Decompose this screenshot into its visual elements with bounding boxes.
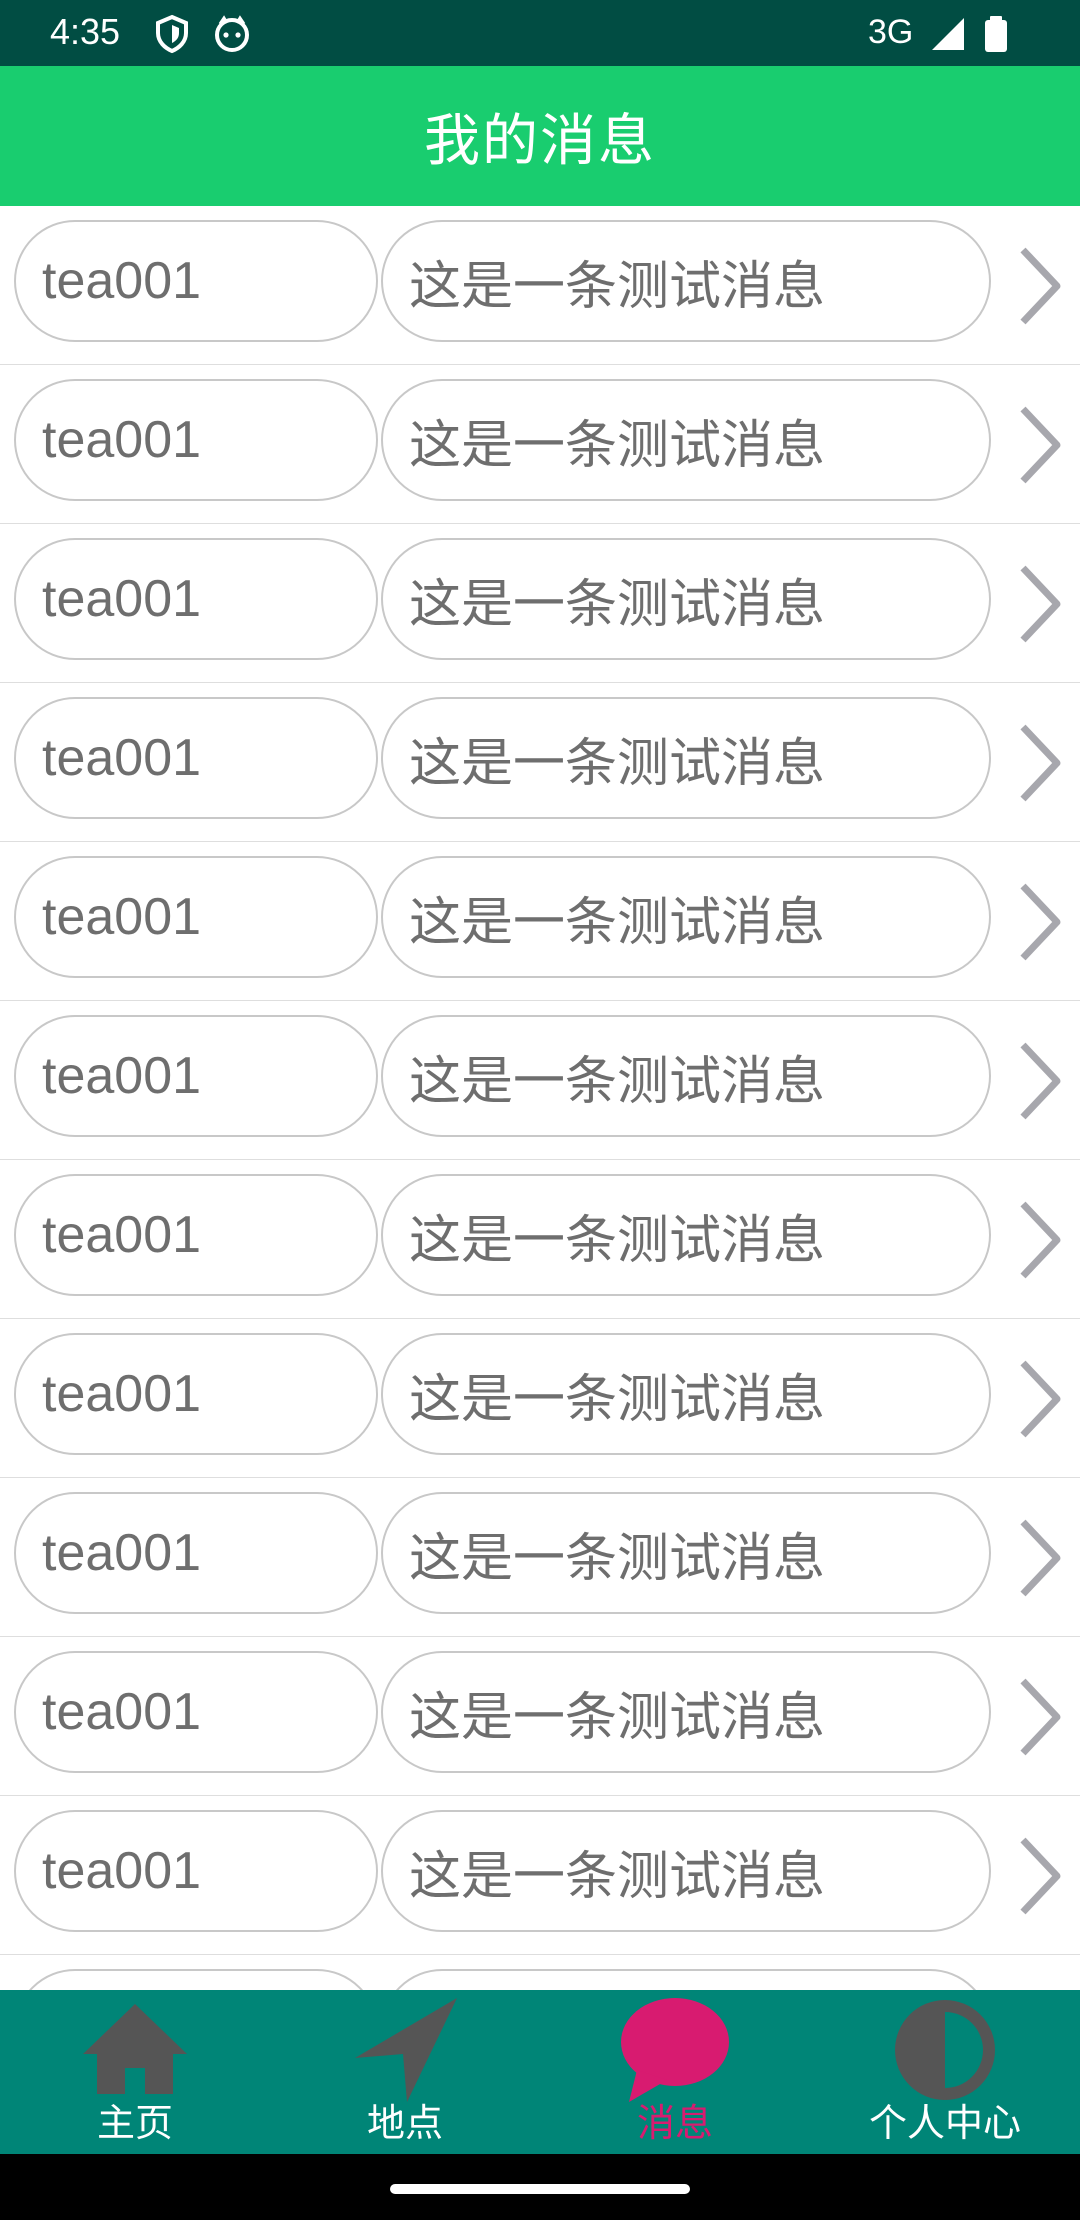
- message-content: 这是一条测试消息: [381, 856, 991, 978]
- status-time: 4:35: [50, 11, 121, 52]
- message-row[interactable]: tea001 这是一条测试消息: [0, 683, 1080, 843]
- chevron-right-icon[interactable]: [1015, 562, 1065, 646]
- message-content: 这是一条测试消息: [381, 1651, 991, 1773]
- chevron-right-icon[interactable]: [1015, 721, 1065, 805]
- nav-item-messages[interactable]: 消息: [540, 1990, 810, 2154]
- message-row[interactable]: tea001 这是一条测试消息: [0, 524, 1080, 684]
- chevron-right-icon[interactable]: [1015, 244, 1065, 328]
- message-row[interactable]: tea001 这是一条测试消息: [0, 1478, 1080, 1638]
- nav-label-messages: 消息: [636, 2101, 713, 2145]
- battery-icon: [985, 16, 1007, 52]
- system-gesture-bar: [0, 2154, 1080, 2220]
- cat-face-icon: [215, 15, 249, 52]
- message-row[interactable]: tea001 这是一条测试消息: [0, 842, 1080, 1002]
- nav-item-location[interactable]: 地点: [270, 1990, 540, 2154]
- home-icon: [83, 2004, 187, 2094]
- shield-icon: [156, 14, 188, 54]
- nav-item-profile[interactable]: 个人中心: [810, 1990, 1080, 2154]
- navigation-arrow-icon: [355, 1998, 457, 2102]
- status-bar: 4:35 3G: [0, 0, 1080, 66]
- message-content: 这是一条测试消息: [381, 1015, 991, 1137]
- message-row[interactable]: tea001 这是一条测试消息: [0, 1319, 1080, 1479]
- page-title: 我的消息: [424, 108, 656, 174]
- nav-item-home[interactable]: 主页: [0, 1990, 270, 2154]
- message-sender: tea001: [14, 220, 378, 342]
- nav-label-location: 地点: [366, 2101, 443, 2145]
- chevron-right-icon[interactable]: [1015, 1039, 1065, 1123]
- message-sender: tea001: [14, 697, 378, 819]
- message-sender: tea001: [14, 379, 378, 501]
- message-sender: tea001: [14, 1333, 378, 1455]
- message-row[interactable]: tea001 这是一条测试消息: [0, 1637, 1080, 1797]
- home-gesture-handle[interactable]: [390, 2184, 690, 2194]
- message-content: 这是一条测试消息: [381, 538, 991, 660]
- chevron-right-icon[interactable]: [1015, 1357, 1065, 1441]
- message-content: 这是一条测试消息: [381, 220, 991, 342]
- chat-bubble-icon: [621, 1998, 729, 2102]
- message-sender: [14, 1969, 378, 1990]
- message-sender: tea001: [14, 1810, 378, 1932]
- message-content: [381, 1969, 991, 1990]
- message-row[interactable]: tea001 这是一条测试消息: [0, 1001, 1080, 1161]
- message-sender: tea001: [14, 1174, 378, 1296]
- message-row[interactable]: tea001 这是一条测试消息: [0, 1796, 1080, 1956]
- message-content: 这是一条测试消息: [381, 1333, 991, 1455]
- nav-label-home: 主页: [96, 2101, 173, 2145]
- chevron-right-icon[interactable]: [1015, 880, 1065, 964]
- chevron-right-icon[interactable]: [1015, 1516, 1065, 1600]
- message-sender: tea001: [14, 1492, 378, 1614]
- message-content: 这是一条测试消息: [381, 697, 991, 819]
- nav-label-profile: 个人中心: [868, 2101, 1021, 2145]
- message-row-partial[interactable]: [0, 1955, 1080, 1990]
- message-sender: tea001: [14, 856, 378, 978]
- half-circle-icon: [895, 2000, 995, 2100]
- message-row[interactable]: tea001 这是一条测试消息: [0, 206, 1080, 366]
- app-bar: 我的消息: [0, 66, 1080, 206]
- chevron-right-icon[interactable]: [1015, 1198, 1065, 1282]
- message-sender: tea001: [14, 1651, 378, 1773]
- message-row[interactable]: tea001 这是一条测试消息: [0, 365, 1080, 525]
- message-content: 这是一条测试消息: [381, 1810, 991, 1932]
- message-content: 这是一条测试消息: [381, 379, 991, 501]
- chevron-right-icon[interactable]: [1015, 1675, 1065, 1759]
- message-sender: tea001: [14, 538, 378, 660]
- chevron-right-icon[interactable]: [1015, 403, 1065, 487]
- chevron-right-icon[interactable]: [1015, 1834, 1065, 1918]
- signal-icon: [932, 18, 964, 50]
- message-sender: tea001: [14, 1015, 378, 1137]
- network-type: 3G: [868, 13, 914, 51]
- message-list[interactable]: tea001 这是一条测试消息 tea001 这是一条测试消息 tea001 这…: [0, 206, 1080, 1990]
- message-row[interactable]: tea001 这是一条测试消息: [0, 1160, 1080, 1320]
- message-content: 这是一条测试消息: [381, 1492, 991, 1614]
- bottom-navigation: 主页 地点 消息 个人中心: [0, 1990, 1080, 2154]
- message-content: 这是一条测试消息: [381, 1174, 991, 1296]
